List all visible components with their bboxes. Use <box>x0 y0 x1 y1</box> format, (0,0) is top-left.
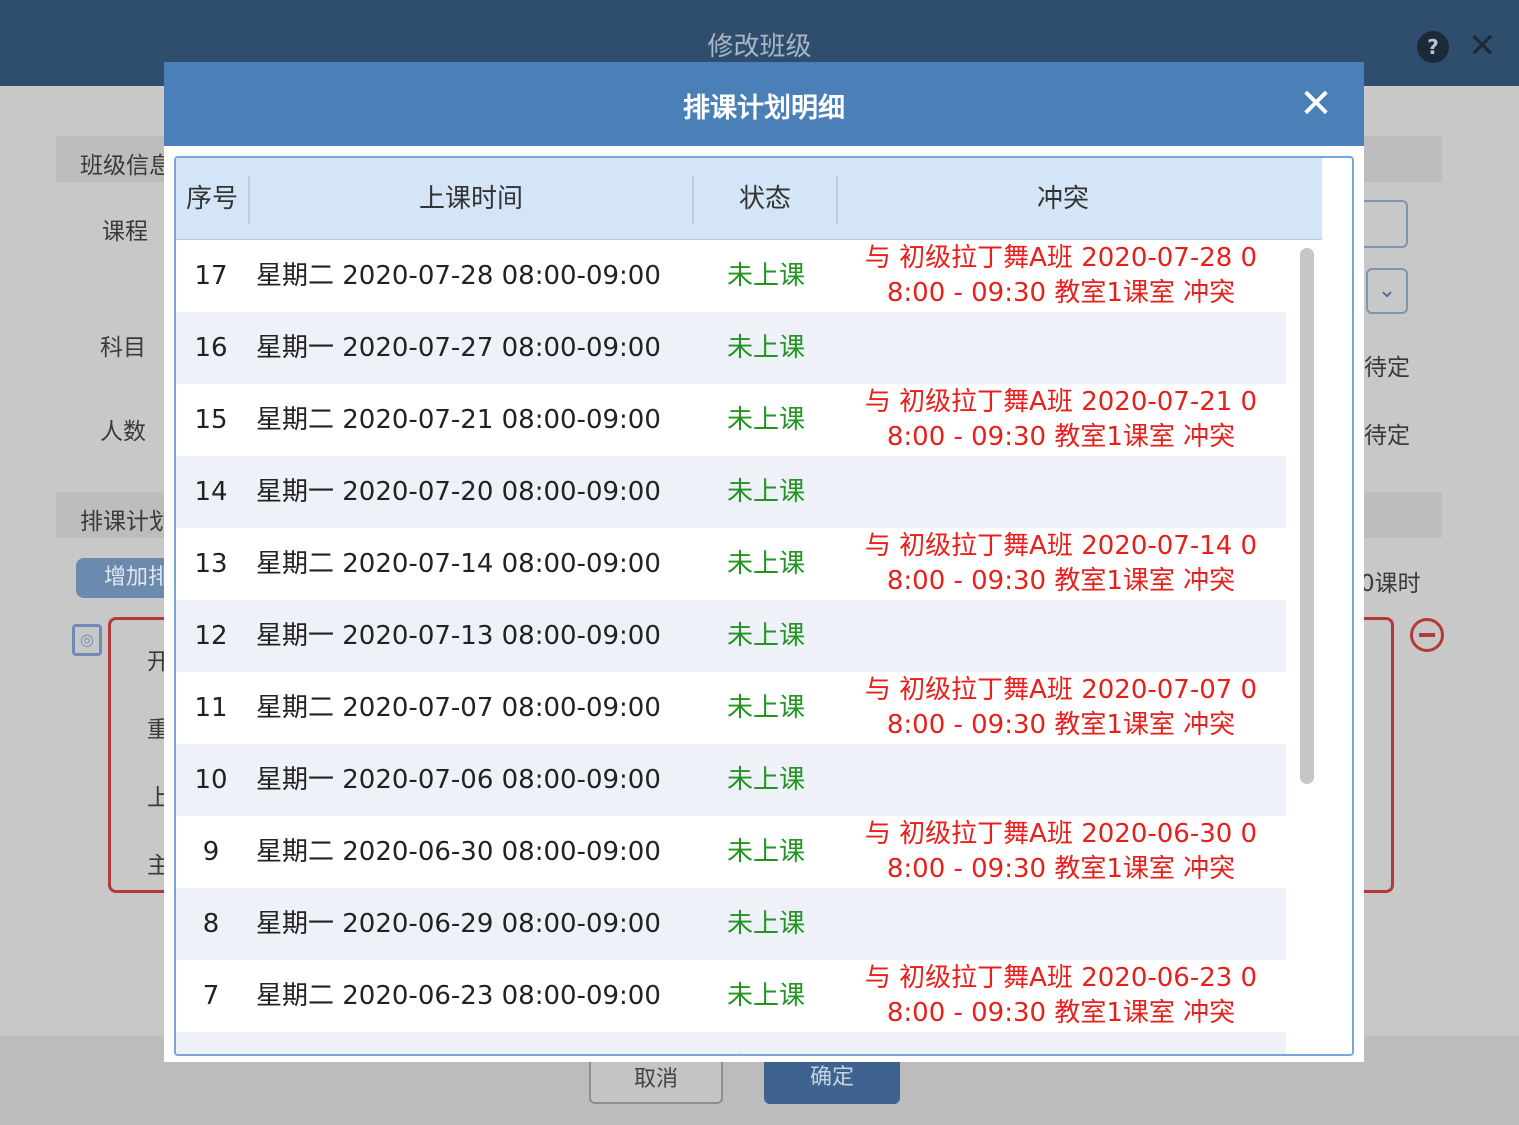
class-info-section-title: 班级信息 <box>80 153 172 179</box>
table-header: 序号 上课时间 状态 冲突 <box>176 158 1322 240</box>
close-icon[interactable]: ✕ <box>1298 82 1334 126</box>
class-time: 星期二 2020-06-23 08:00-09:00 <box>256 981 661 1011</box>
table-row[interactable]: 17 星期二 2020-07-28 08:00-09:00 未上课 与 初级拉丁舞A班… <box>176 240 1286 312</box>
remove-circle-icon[interactable] <box>1410 618 1444 652</box>
conflict-line: 8:00 - 09:30 教室1课室 冲突 <box>886 854 1236 884</box>
conflict-line: 8:00 - 09:30 教室1课室 冲突 <box>886 566 1236 596</box>
class-time: 星期一 2020-07-06 08:00-09:00 <box>256 765 661 795</box>
row-number: 16 <box>194 333 228 363</box>
row-number: 6 <box>176 1032 246 1054</box>
status-text: 未上课 <box>726 909 805 939</box>
class-time: 星期二 2020-06-30 08:00-09:00 <box>256 837 661 867</box>
conflict-text: 与 初级拉丁舞A班 2020-06-30 0 8:00 - 09:30 教室1课室… <box>836 816 1286 888</box>
calendar-icon[interactable]: ◎ <box>72 624 102 656</box>
column-header-status[interactable]: 状态 <box>694 158 836 240</box>
table-row[interactable]: 7 星期二 2020-06-23 08:00-09:00 未上课 与 初级拉丁舞A班 … <box>176 960 1286 1032</box>
column-header-no[interactable]: 序号 <box>176 158 248 240</box>
dialog-header: 排课计划明细 ✕ <box>164 62 1364 146</box>
conflict-text: 与 初级拉丁舞A班 2020-07-07 0 8:00 - 09:30 教室1课室… <box>836 672 1286 744</box>
schedule-detail-dialog: 排课计划明细 ✕ 序号 上课时间 状态 冲突 17 星期二 2020-07-28 … <box>164 62 1364 1062</box>
status-text: 未上课 <box>726 693 805 723</box>
column-header-conflict[interactable]: 冲突 <box>838 158 1288 240</box>
table-row[interactable]: 15 星期二 2020-07-21 08:00-09:00 未上课 与 初级拉丁舞A班… <box>176 384 1286 456</box>
chevron-down-icon[interactable]: ⌄ <box>1366 268 1408 314</box>
row-number: 14 <box>194 477 228 507</box>
help-icon[interactable]: ? <box>1417 31 1449 63</box>
conflict-text: 与 初级拉丁舞A班 2020-07-14 0 8:00 - 09:30 教室1课室… <box>836 528 1286 600</box>
status-text: 未上课 <box>726 837 805 867</box>
conflict-line: 8:00 - 09:30 教室1课室 冲突 <box>886 710 1236 740</box>
row-number: 9 <box>202 837 220 867</box>
class-time: 星期一 2020-07-13 08:00-09:00 <box>256 621 661 651</box>
status-text: 未上课 <box>726 621 805 651</box>
row-number: 10 <box>194 765 228 795</box>
status-text: 未上课 <box>726 333 805 363</box>
conflict-line: 8:00 - 09:30 教室1课室 冲突 <box>886 998 1236 1028</box>
table-row[interactable]: 16 星期一 2020-07-27 08:00-09:00 未上课 <box>176 312 1286 384</box>
conflict-line: 与 初级拉丁舞A班 2020-06-23 0 <box>864 963 1258 993</box>
status-text: 未上课 <box>726 765 805 795</box>
conflict-line: 与 初级拉丁舞A班 2020-07-28 0 <box>864 243 1258 273</box>
conflict-line: 与 初级拉丁舞A班 2020-07-21 0 <box>864 387 1258 417</box>
status-text: 未上课 <box>726 981 805 1011</box>
dialog-title: 排课计划明细 <box>683 93 845 124</box>
conflict-text: 与 初级拉丁舞A班 2020-07-21 0 8:00 - 09:30 教室1课室… <box>836 384 1286 456</box>
people-value: 待定 <box>1364 423 1410 449</box>
hours-text: 0课时 <box>1360 571 1421 597</box>
people-label: 人数 <box>100 419 146 445</box>
status-text: 未上课 <box>726 549 805 579</box>
table-row[interactable]: 10 星期一 2020-07-06 08:00-09:00 未上课 <box>176 744 1286 816</box>
row-number: 17 <box>194 261 228 291</box>
conflict-line: 与 初级拉丁舞A班 2020-07-07 0 <box>864 675 1258 705</box>
conflict-line: 8:00 - 09:30 教室1课室 冲突 <box>886 278 1236 308</box>
class-time: 星期一 2020-07-27 08:00-09:00 <box>256 333 661 363</box>
column-header-time[interactable]: 上课时间 <box>250 158 692 240</box>
class-time: 星期一 2020-06-22 08:00-09:00 <box>256 1032 696 1054</box>
conflict-text: 与 初级拉丁舞A班 2020-06-23 0 8:00 - 09:30 教室1课室… <box>836 960 1286 1032</box>
table-row[interactable]: 6 星期一 2020-06-22 08:00-09:00 未上课 <box>176 1032 1286 1054</box>
background-window-title: 修改班级 <box>707 32 812 62</box>
row-number: 11 <box>194 693 228 723</box>
close-icon[interactable]: ✕ <box>1468 26 1497 66</box>
table-row[interactable]: 14 星期一 2020-07-20 08:00-09:00 未上课 <box>176 456 1286 528</box>
status-text: 未上课 <box>726 261 805 291</box>
row-number: 7 <box>202 981 220 1011</box>
table-row[interactable]: 13 星期二 2020-07-14 08:00-09:00 未上课 与 初级拉丁舞A班… <box>176 528 1286 600</box>
table-row[interactable]: 11 星期二 2020-07-07 08:00-09:00 未上课 与 初级拉丁舞A班… <box>176 672 1286 744</box>
row-number: 15 <box>194 405 228 435</box>
table-row[interactable]: 12 星期一 2020-07-13 08:00-09:00 未上课 <box>176 600 1286 672</box>
conflict-line: 8:00 - 09:30 教室1课室 冲突 <box>886 422 1236 452</box>
class-time: 星期二 2020-07-14 08:00-09:00 <box>256 549 661 579</box>
table-body: 17 星期二 2020-07-28 08:00-09:00 未上课与 初级拉丁舞A班… <box>176 240 1286 1054</box>
row-number: 8 <box>202 909 220 939</box>
subject-label: 科目 <box>100 335 146 361</box>
table-row[interactable]: 9 星期二 2020-06-30 08:00-09:00 未上课 与 初级拉丁舞A班 … <box>176 816 1286 888</box>
class-time: 星期一 2020-06-29 08:00-09:00 <box>256 909 661 939</box>
class-time: 星期二 2020-07-07 08:00-09:00 <box>256 693 661 723</box>
schedule-section-title: 排课计划 <box>80 509 172 535</box>
subject-value: 待定 <box>1364 355 1410 381</box>
class-time: 星期二 2020-07-28 08:00-09:00 <box>256 261 661 291</box>
table-row[interactable]: 8 星期一 2020-06-29 08:00-09:00 未上课 <box>176 888 1286 960</box>
conflict-line: 与 初级拉丁舞A班 2020-07-14 0 <box>864 531 1258 561</box>
course-label: 课程 <box>102 219 148 245</box>
row-number: 13 <box>194 549 228 579</box>
class-time: 星期二 2020-07-21 08:00-09:00 <box>256 405 661 435</box>
class-time: 星期一 2020-07-20 08:00-09:00 <box>256 477 661 507</box>
scrollbar-thumb[interactable] <box>1300 248 1314 784</box>
schedule-table: 序号 上课时间 状态 冲突 17 星期二 2020-07-28 08:00-09:… <box>174 156 1354 1056</box>
status-text: 未上课 <box>706 1032 826 1054</box>
conflict-text: 与 初级拉丁舞A班 2020-07-28 0 8:00 - 09:30 教室1课室… <box>836 240 1286 312</box>
status-text: 未上课 <box>726 477 805 507</box>
status-text: 未上课 <box>726 405 805 435</box>
conflict-line: 与 初级拉丁舞A班 2020-06-30 0 <box>864 819 1258 849</box>
row-number: 12 <box>194 621 228 651</box>
